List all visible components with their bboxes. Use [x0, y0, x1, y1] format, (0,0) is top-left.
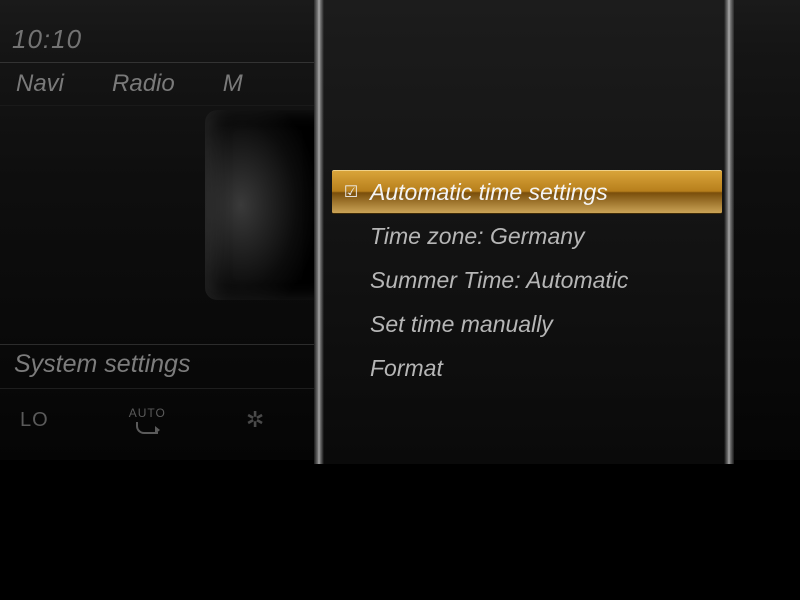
time-settings-menu: ☑ Automatic time settings ☑ Time zone: G… [332, 170, 722, 390]
section-title: System settings [14, 350, 190, 379]
infotainment-screen: 10:10 Navi Radio M System settings LO AU… [0, 0, 800, 600]
menu-item-label: Time zone: Germany [370, 223, 585, 250]
popup-left-rail [314, 0, 324, 464]
climate-bar: LO AUTO ✲ [0, 392, 320, 448]
menu-item-label: Automatic time settings [370, 179, 608, 206]
menu-item-summer-time[interactable]: ☑ Summer Time: Automatic [332, 258, 722, 302]
nav-tab-navi[interactable]: Navi [16, 70, 64, 98]
nav-tab-radio[interactable]: Radio [112, 70, 175, 98]
top-nav-bar: Navi Radio M [0, 62, 320, 106]
divider [0, 344, 320, 345]
menu-item-set-manually[interactable]: ☑ Set time manually [332, 302, 722, 346]
airflow-icon [136, 422, 158, 434]
menu-item-label: Format [370, 355, 443, 382]
checkmark-icon: ☑ [342, 183, 360, 201]
climate-auto-button[interactable]: AUTO [129, 406, 166, 434]
fan-icon[interactable]: ✲ [246, 407, 264, 433]
climate-lo-label[interactable]: LO [20, 409, 49, 432]
menu-item-label: Summer Time: Automatic [370, 267, 628, 294]
climate-auto-label: AUTO [129, 406, 166, 420]
menu-item-label: Set time manually [370, 311, 553, 338]
divider [0, 388, 320, 389]
menu-item-automatic-time[interactable]: ☑ Automatic time settings [332, 170, 722, 214]
clock-time: 10:10 [12, 24, 82, 55]
rotary-dial[interactable] [205, 110, 325, 300]
menu-item-format[interactable]: ☑ Format [332, 346, 722, 390]
nav-tab-media[interactable]: M [223, 70, 243, 98]
menu-item-time-zone[interactable]: ☑ Time zone: Germany [332, 214, 722, 258]
popup-right-rail [724, 0, 734, 464]
